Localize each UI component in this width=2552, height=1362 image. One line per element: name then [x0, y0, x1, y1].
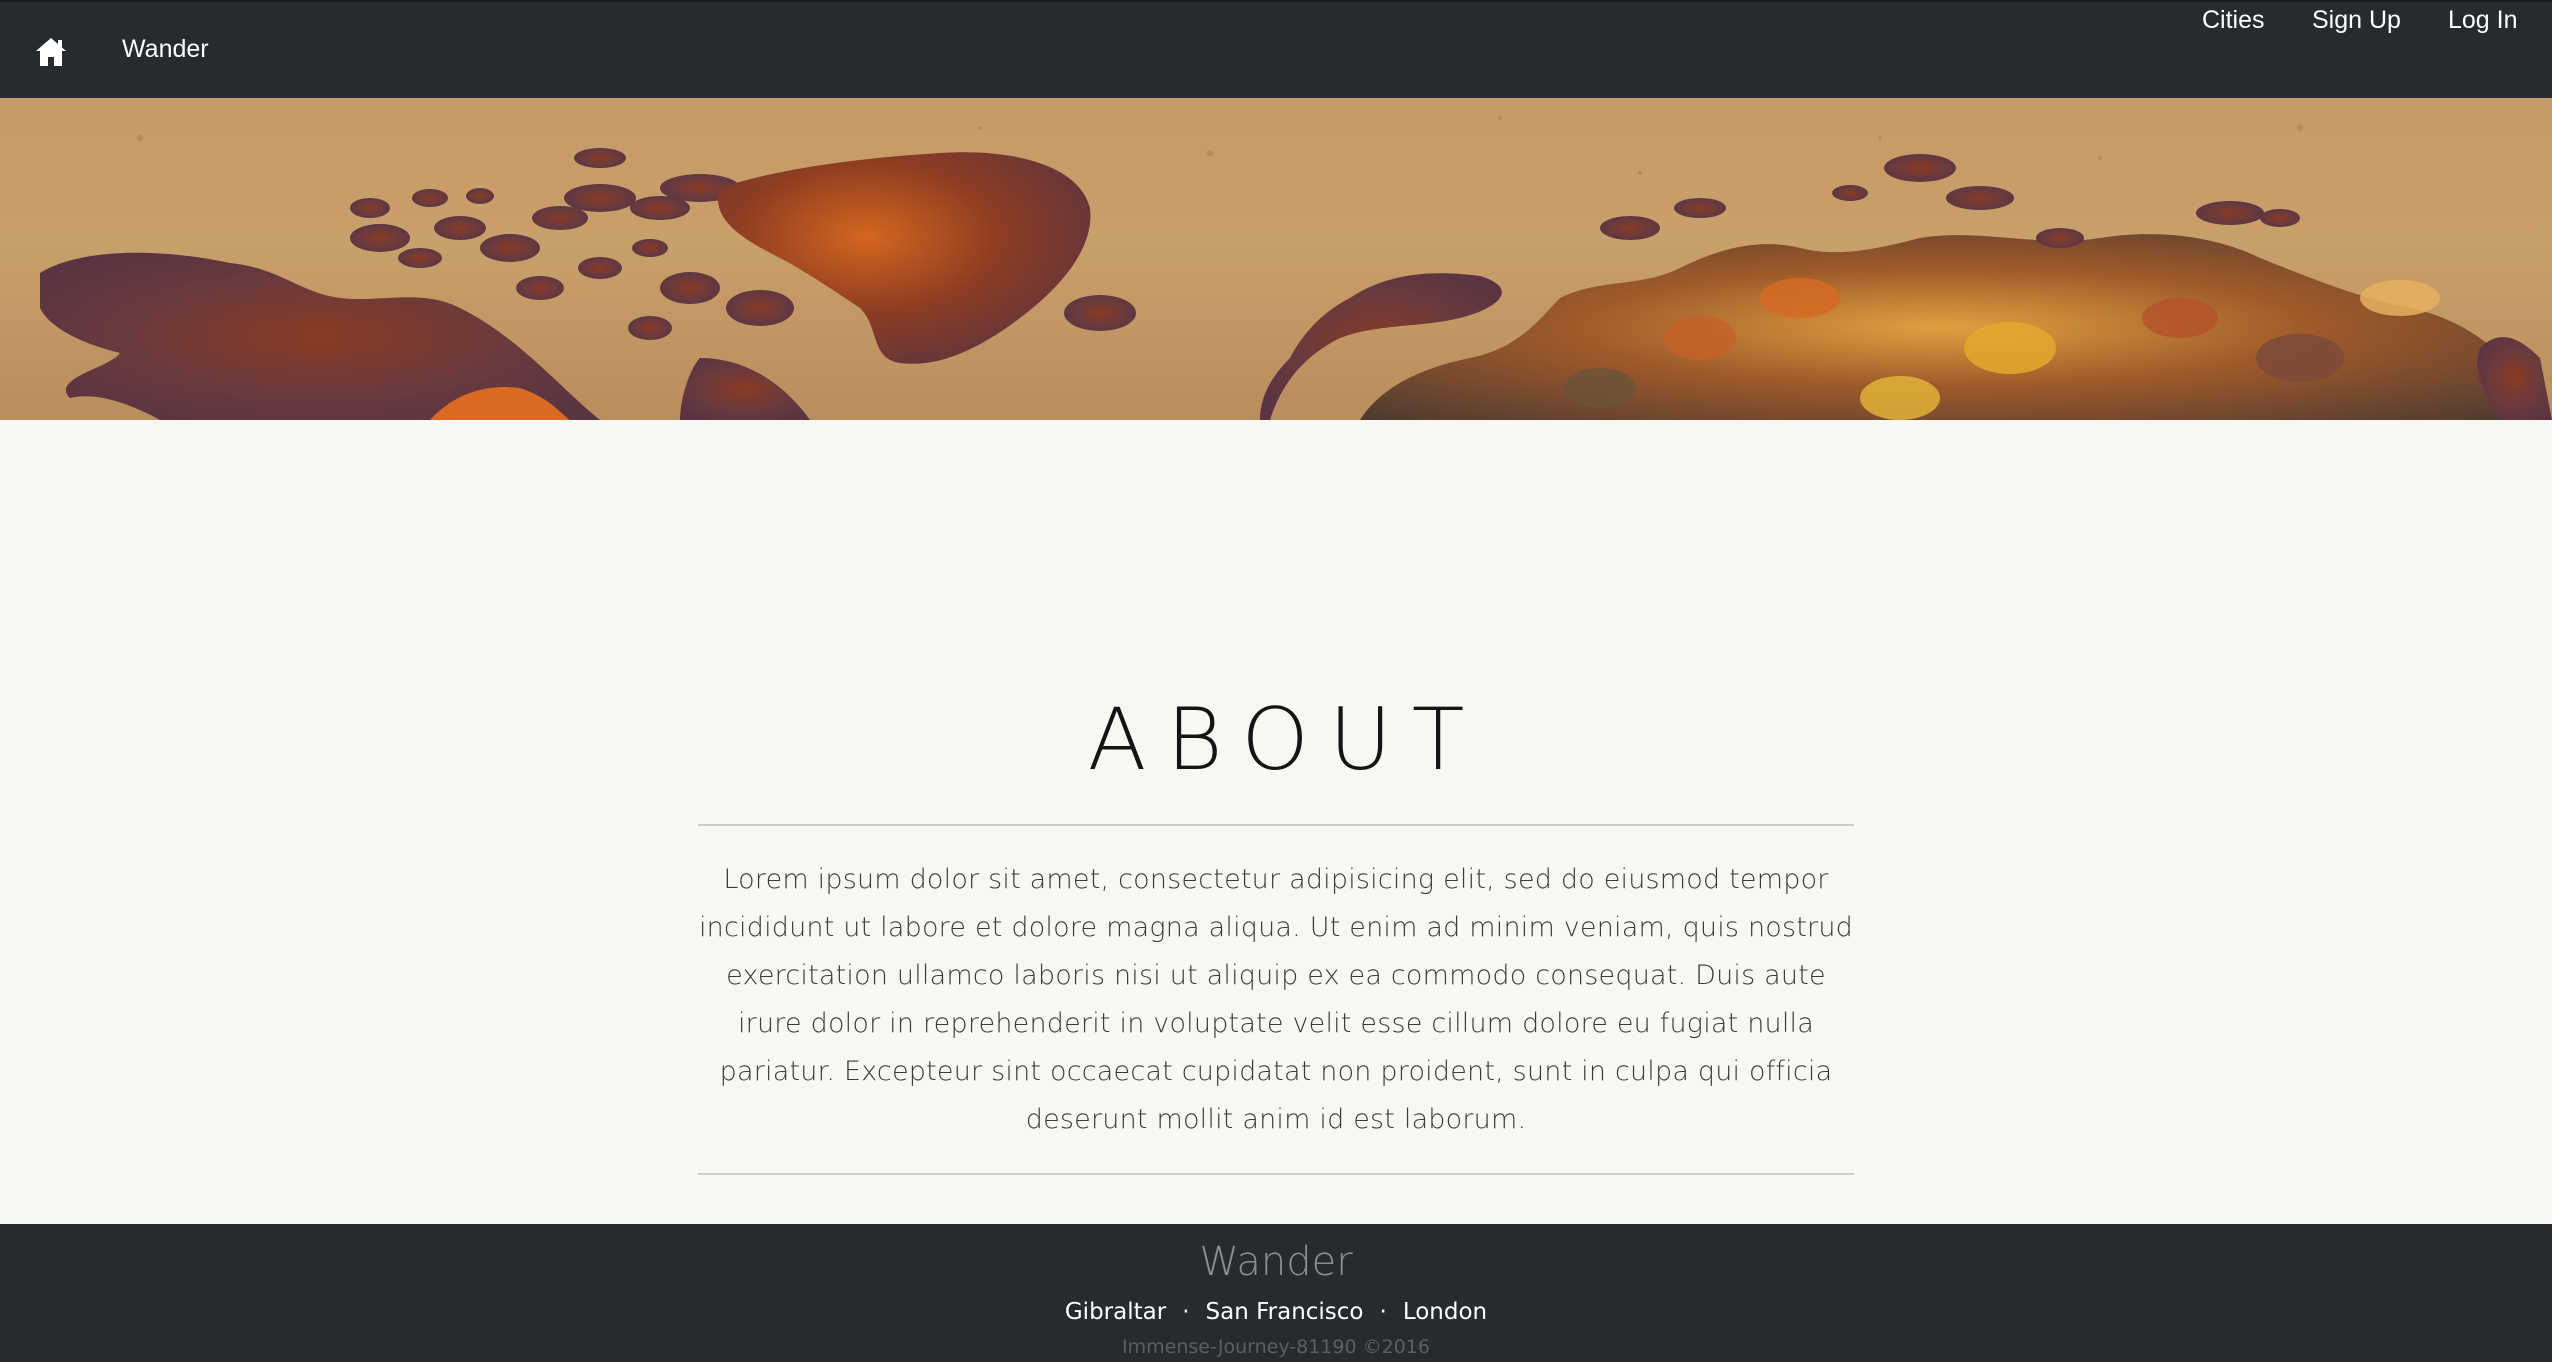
footer-copyright: Immense-Journey-81190 ©2016 — [1122, 1336, 1430, 1358]
divider-top — [698, 824, 1854, 826]
page: Wander Cities Sign Up Log In ABOUT Lorem… — [0, 0, 2552, 1362]
nav-link-sign-up[interactable]: Sign Up — [2312, 2, 2401, 38]
footer-link-san-francisco[interactable]: San Francisco — [1206, 1296, 1364, 1328]
home-icon[interactable] — [34, 36, 68, 68]
footer: Wander Gibraltar · San Francisco · London Im… — [0, 1224, 2552, 1362]
nav-link-cities[interactable]: Cities — [2202, 2, 2265, 38]
separator-dot: · — [1182, 1299, 1190, 1325]
separator-dot: · — [1379, 1299, 1387, 1325]
world-map-image — [40, 116, 2552, 420]
top-navbar: Wander Cities Sign Up Log In — [0, 0, 2552, 98]
hero-map-banner — [0, 98, 2552, 420]
divider-bottom — [698, 1173, 1854, 1175]
about-paragraph: Lorem ipsum dolor sit amet, consectetur … — [698, 864, 1854, 1135]
footer-brand: Wander — [1199, 1239, 1353, 1285]
nav-link-log-in[interactable]: Log In — [2448, 2, 2518, 38]
about-heading: ABOUT — [1087, 690, 1485, 790]
brand-link[interactable]: Wander — [122, 32, 209, 66]
footer-link-gibraltar[interactable]: Gibraltar — [1065, 1296, 1166, 1328]
footer-city-links: Gibraltar · San Francisco · London — [0, 1296, 2552, 1328]
footer-link-london[interactable]: London — [1403, 1296, 1487, 1328]
